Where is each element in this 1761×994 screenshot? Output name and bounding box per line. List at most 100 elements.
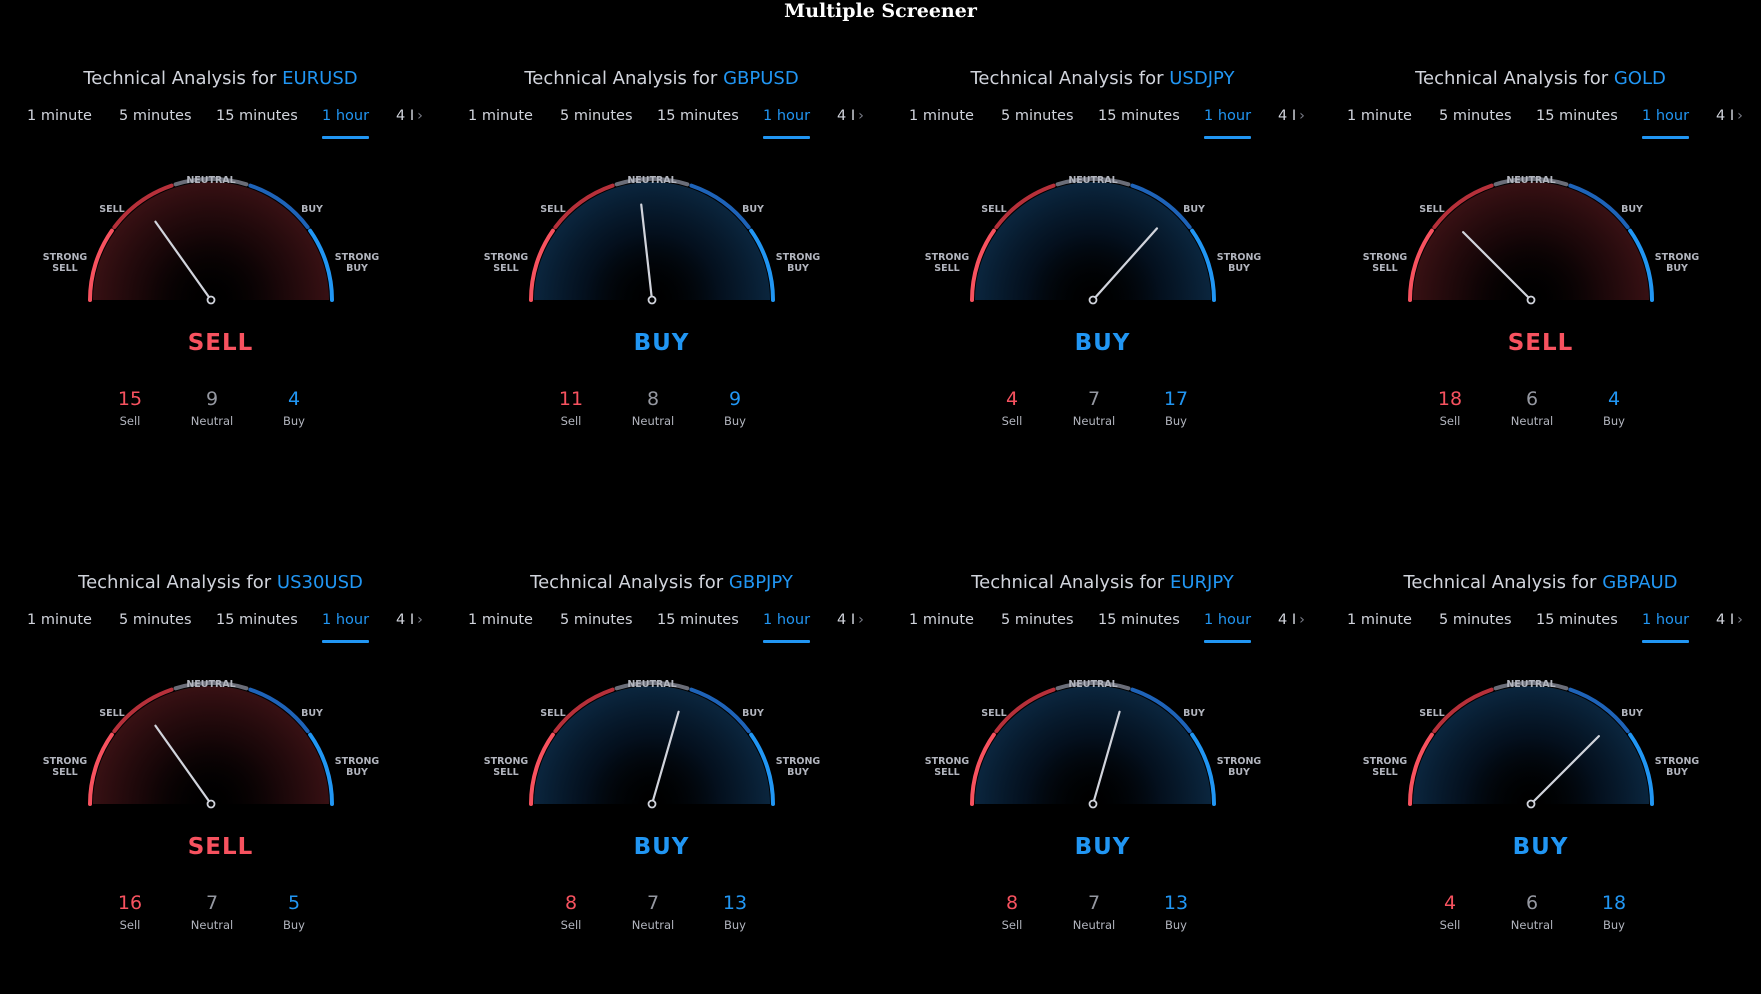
tab-1-hour[interactable]: 1 hour [1642, 108, 1690, 140]
tab-5-minutes[interactable]: 5 minutes [1001, 108, 1074, 140]
label-strong-buy: STRONG BUY [776, 756, 821, 778]
tab-15-minutes[interactable]: 15 minutes [216, 612, 298, 644]
counter-neutral: 7 Neutral [172, 892, 252, 932]
tab-1-minute[interactable]: 1 minute [909, 612, 974, 644]
summary-signal: BUY [633, 330, 690, 356]
tab-5-minutes[interactable]: 5 minutes [119, 612, 192, 644]
tab-1-minute[interactable]: 1 minute [27, 612, 92, 644]
tab-1-minute[interactable]: 1 minute [468, 612, 533, 644]
widget-symbol-link[interactable]: USDJPY [1169, 68, 1234, 89]
tab-15-minutes[interactable]: 15 minutes [657, 108, 739, 140]
tab-overflow[interactable]: 4 I › [1716, 108, 1743, 124]
tab-1-hour[interactable]: 1 hour [322, 612, 370, 644]
counter-sell-value: 16 [117, 892, 143, 914]
chevron-right-icon[interactable]: › [1299, 108, 1305, 124]
gauge-background [93, 182, 329, 300]
widget-symbol-link[interactable]: EURJPY [1170, 572, 1234, 593]
tab-overflow[interactable]: 4 I › [1716, 612, 1743, 628]
counter-sell-value: 18 [1437, 388, 1463, 410]
gauge-pivot [1088, 295, 1098, 305]
widget-symbol-link[interactable]: GBPAUD [1602, 572, 1677, 593]
tab-1-minute[interactable]: 1 minute [27, 108, 92, 140]
tab-15-minutes[interactable]: 15 minutes [1098, 108, 1180, 140]
tab-overflow[interactable]: 4 I › [1278, 108, 1305, 124]
chevron-right-icon[interactable]: › [417, 108, 423, 124]
counter-neutral-value: 7 [1087, 388, 1101, 410]
chevron-right-icon[interactable]: › [858, 108, 864, 124]
label-buy: BUY [1183, 708, 1205, 719]
tab-1-hour[interactable]: 1 hour [763, 108, 811, 140]
label-neutral: NEUTRAL [627, 679, 676, 690]
tab-1-minute[interactable]: 1 minute [1347, 612, 1412, 644]
tab-15-minutes[interactable]: 15 minutes [1536, 108, 1618, 140]
tab-overflow[interactable]: 4 I › [1278, 612, 1305, 628]
label-neutral: NEUTRAL [186, 679, 235, 690]
widget-title-prefix: Technical Analysis for [524, 68, 718, 89]
gauge-chart: NEUTRAL SELL BUY STRONG SELL STRONG BUY [43, 175, 379, 305]
label-sell: SELL [981, 708, 1006, 719]
widget-symbol-link[interactable]: GBPJPY [729, 572, 793, 593]
signal-counters: 4 Sell 7 Neutral 17 Buy [882, 388, 1323, 438]
tab-5-minutes[interactable]: 5 minutes [1439, 612, 1512, 644]
label-buy: BUY [301, 204, 323, 215]
counter-neutral-value: 7 [1087, 892, 1101, 914]
tab-overflow[interactable]: 4 I › [396, 612, 423, 628]
tab-1-hour[interactable]: 1 hour [1204, 108, 1252, 140]
counter-neutral-value: 7 [205, 892, 219, 914]
label-neutral: NEUTRAL [1068, 175, 1117, 186]
widget-symbol-link[interactable]: EURUSD [282, 68, 358, 89]
tab-15-minutes[interactable]: 15 minutes [216, 108, 298, 140]
widget-symbol-link[interactable]: GOLD [1614, 68, 1666, 89]
widget-title-prefix: Technical Analysis for [78, 572, 272, 593]
gauge-pivot [647, 295, 657, 305]
widget-title-prefix: Technical Analysis for [530, 572, 724, 593]
gauge: NEUTRAL SELL BUY STRONG SELL STRONG BUY [441, 654, 882, 834]
counter-sell-label: Sell [1439, 414, 1461, 428]
tab-5-minutes[interactable]: 5 minutes [119, 108, 192, 140]
counter-sell-value: 4 [1005, 388, 1019, 410]
tab-5-minutes[interactable]: 5 minutes [1439, 108, 1512, 140]
tab-overflow[interactable]: 4 I › [837, 108, 864, 124]
counter-sell: 8 Sell [531, 892, 611, 932]
tab-15-minutes[interactable]: 15 minutes [1536, 612, 1618, 644]
widget-symbol-link[interactable]: GBPUSD [723, 68, 799, 89]
chevron-right-icon[interactable]: › [417, 612, 423, 628]
tab-overflow[interactable]: 4 I › [396, 108, 423, 124]
tab-1-hour[interactable]: 1 hour [1642, 612, 1690, 644]
chevron-right-icon[interactable]: › [1737, 108, 1743, 124]
tab-5-minutes[interactable]: 5 minutes [560, 612, 633, 644]
label-strong-buy: STRONG BUY [1655, 252, 1700, 274]
tab-1-minute[interactable]: 1 minute [1347, 108, 1412, 140]
chevron-right-icon[interactable]: › [1737, 612, 1743, 628]
tab-1-minute[interactable]: 1 minute [468, 108, 533, 140]
tab-1-hour[interactable]: 1 hour [322, 108, 370, 140]
counter-buy: 13 Buy [695, 892, 775, 932]
tab-15-minutes[interactable]: 15 minutes [657, 612, 739, 644]
chevron-right-icon[interactable]: › [1299, 612, 1305, 628]
interval-tabs: 1 minute 5 minutes 15 minutes 1 hour [0, 612, 441, 646]
label-buy: BUY [742, 708, 764, 719]
gauge-pivot [1526, 295, 1536, 305]
tab-1-hour[interactable]: 1 hour [1204, 612, 1252, 644]
signal-counters: 18 Sell 6 Neutral 4 Buy [1320, 388, 1761, 438]
gauge-chart: NEUTRAL SELL BUY STRONG SELL STRONG BUY [925, 175, 1261, 305]
tab-1-hour[interactable]: 1 hour [763, 612, 811, 644]
counter-sell: 15 Sell [90, 388, 170, 428]
tab-5-minutes[interactable]: 5 minutes [1001, 612, 1074, 644]
gauge-chart: NEUTRAL SELL BUY STRONG SELL STRONG BUY [484, 679, 821, 809]
counter-neutral-label: Neutral [190, 414, 234, 428]
tab-5-minutes[interactable]: 5 minutes [560, 108, 633, 140]
counter-buy-label: Buy [1165, 414, 1187, 428]
gauge: NEUTRAL SELL BUY STRONG SELL STRONG BUY [0, 654, 441, 834]
gauge-chart: NEUTRAL SELL BUY STRONG SELL STRONG BUY [484, 175, 820, 305]
widget-symbol-link[interactable]: US30USD [277, 572, 363, 593]
tab-overflow-label: 4 I [1278, 108, 1297, 124]
counter-buy: 4 Buy [254, 388, 334, 428]
gauge-pivot [1088, 799, 1098, 809]
tab-1-minute[interactable]: 1 minute [909, 108, 974, 140]
tab-15-minutes[interactable]: 15 minutes [1098, 612, 1180, 644]
counter-neutral-value: 6 [1525, 388, 1539, 410]
tab-overflow-label: 4 I [1716, 612, 1735, 628]
tab-overflow[interactable]: 4 I › [837, 612, 864, 628]
chevron-right-icon[interactable]: › [858, 612, 864, 628]
